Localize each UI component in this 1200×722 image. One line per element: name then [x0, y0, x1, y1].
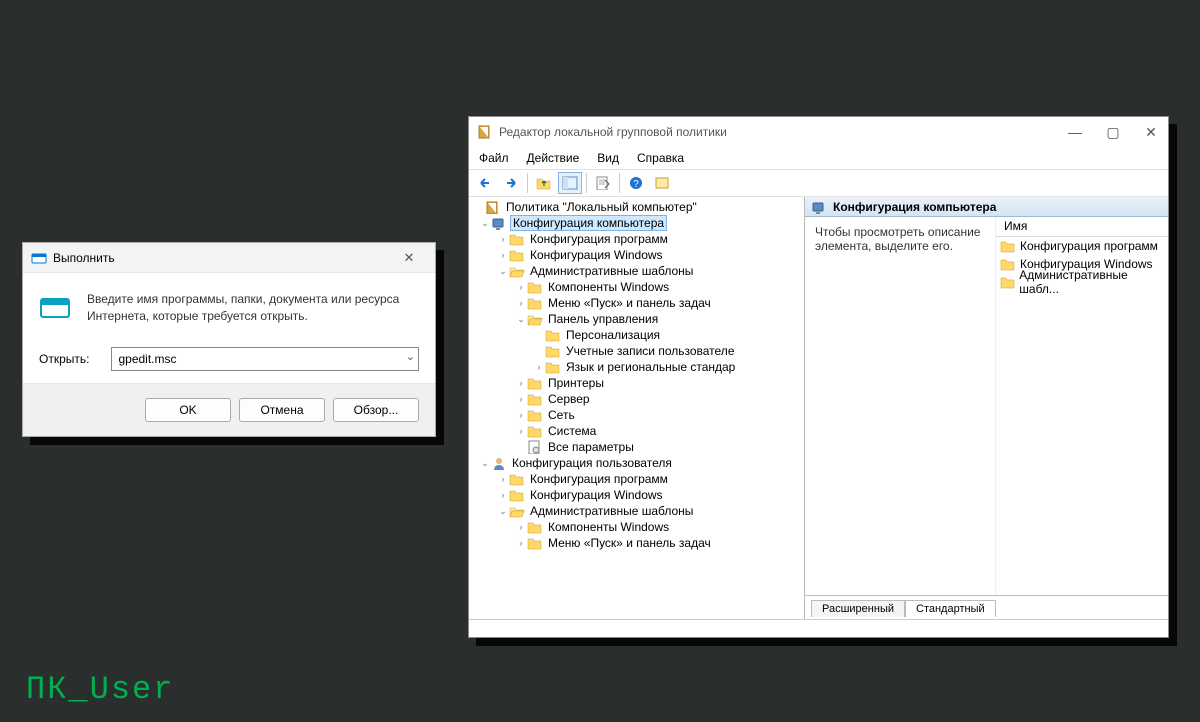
help-icon[interactable]: ?	[624, 172, 648, 194]
browse-button[interactable]: Обзор...	[333, 398, 419, 422]
menubar: Файл Действие Вид Справка	[469, 147, 1168, 169]
toolbar: ?	[469, 169, 1168, 197]
menu-action[interactable]: Действие	[527, 151, 580, 165]
window-title: Редактор локальной групповой политики	[499, 125, 727, 139]
view-tabs: Расширенный Стандартный	[805, 595, 1168, 619]
folder-icon	[527, 376, 543, 390]
run-description: Введите имя программы, папки, документа …	[87, 291, 419, 325]
folder-icon	[527, 280, 543, 294]
cancel-button[interactable]: Отмена	[239, 398, 325, 422]
folder-icon	[545, 328, 561, 342]
folder-icon	[527, 392, 543, 406]
pc-config-icon	[491, 216, 507, 230]
statusbar	[469, 619, 1168, 637]
close-icon[interactable]: ✕	[1142, 124, 1160, 141]
column-header-name[interactable]: Имя	[996, 217, 1168, 237]
up-folder-icon[interactable]	[532, 172, 556, 194]
tab-standard[interactable]: Стандартный	[905, 600, 996, 617]
run-app-icon	[31, 250, 47, 266]
folder-icon	[527, 520, 543, 534]
open-input[interactable]	[111, 347, 419, 371]
maximize-icon[interactable]: ▢	[1104, 124, 1122, 141]
details-pane: Конфигурация компьютера Чтобы просмотрет…	[805, 197, 1168, 619]
chevron-down-icon[interactable]: ⌄	[406, 350, 415, 363]
menu-help[interactable]: Справка	[637, 151, 684, 165]
run-program-icon	[39, 291, 71, 323]
folder-icon	[509, 488, 525, 502]
close-icon[interactable]: ✕	[391, 243, 427, 272]
run-titlebar[interactable]: Выполнить ✕	[23, 243, 435, 273]
watermark-text: ПК_User	[26, 671, 174, 708]
folder-open-icon	[527, 312, 543, 326]
details-list[interactable]: Имя Конфигурация программ Конфигурация W…	[995, 217, 1168, 595]
folder-icon	[509, 232, 525, 246]
folder-icon	[545, 360, 561, 374]
ok-button[interactable]: OK	[145, 398, 231, 422]
menu-file[interactable]: Файл	[479, 151, 509, 165]
folder-open-icon	[509, 504, 525, 518]
gpedit-app-icon	[477, 124, 493, 140]
book-icon	[485, 200, 501, 214]
menu-view[interactable]: Вид	[597, 151, 619, 165]
list-item[interactable]: Конфигурация программ	[996, 237, 1168, 255]
folder-icon	[527, 296, 543, 310]
gpedit-window: Редактор локальной групповой политики — …	[468, 116, 1169, 638]
folder-icon	[527, 408, 543, 422]
minimize-icon[interactable]: —	[1066, 124, 1084, 141]
folder-open-icon	[509, 264, 525, 278]
tab-extended[interactable]: Расширенный	[811, 600, 905, 617]
run-dialog: Выполнить ✕ Введите имя программы, папки…	[22, 242, 436, 437]
details-header: Конфигурация компьютера	[805, 197, 1168, 217]
folder-icon	[545, 344, 561, 358]
back-icon[interactable]	[473, 172, 497, 194]
policy-tree[interactable]: Политика "Локальный компьютер" ⌄Конфигур…	[469, 197, 805, 619]
show-tree-icon[interactable]	[558, 172, 582, 194]
list-item[interactable]: Административные шабл...	[996, 273, 1168, 291]
user-config-icon	[491, 456, 507, 470]
forward-icon[interactable]	[499, 172, 523, 194]
export-icon[interactable]	[591, 172, 615, 194]
details-description: Чтобы просмотреть описание элемента, выд…	[805, 217, 995, 595]
gear-doc-icon	[527, 440, 543, 454]
folder-icon	[509, 248, 525, 262]
folder-icon	[527, 536, 543, 550]
folder-icon	[527, 424, 543, 438]
svg-text:?: ?	[633, 179, 639, 190]
open-label: Открыть:	[39, 352, 89, 366]
pc-config-icon	[811, 200, 827, 214]
run-title-text: Выполнить	[53, 251, 115, 265]
filter-icon[interactable]	[650, 172, 674, 194]
gpedit-titlebar[interactable]: Редактор локальной групповой политики — …	[469, 117, 1168, 147]
folder-icon	[509, 472, 525, 486]
